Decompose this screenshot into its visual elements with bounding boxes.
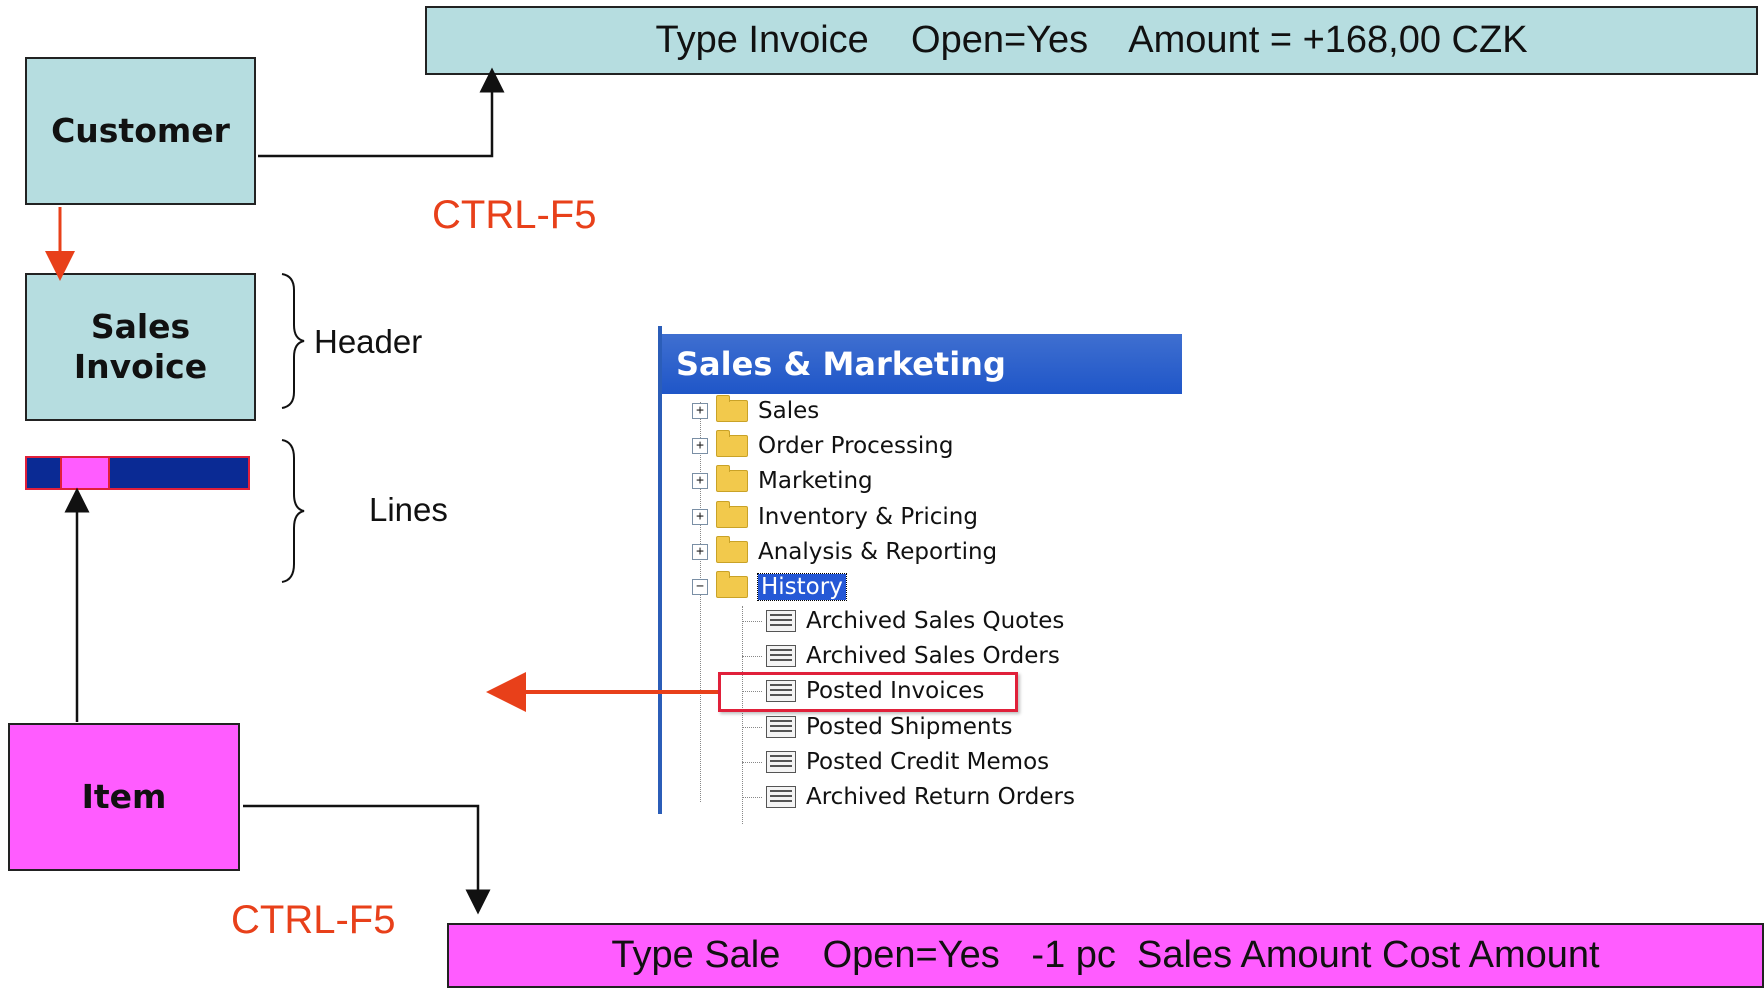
nav-pane-title: Sales & Marketing: [662, 334, 1182, 394]
item-label: Item: [81, 777, 167, 817]
report-list-icon: [766, 610, 796, 632]
posted-invoices-highlight-box: [718, 672, 1018, 712]
expand-icon[interactable]: +: [692, 473, 708, 489]
sales-invoice-label-line1: Sales: [90, 307, 191, 347]
invoice-line-highlight: [60, 456, 110, 490]
folder-icon: [716, 536, 748, 563]
tree-folder-label-selected: History: [757, 573, 847, 601]
tree-item-label: Archived Return Orders: [806, 784, 1075, 810]
shortcut-label-top: CTRL-F5: [432, 193, 597, 237]
report-list-icon: [766, 751, 796, 773]
folder-icon: [716, 465, 748, 492]
shortcut-label-bottom: CTRL-F5: [231, 898, 396, 942]
tree-item-posted-credit-memos[interactable]: Posted Credit Memos: [766, 745, 1049, 779]
report-list-icon: [766, 786, 796, 808]
header-brace: [281, 273, 305, 409]
tree-folder-history[interactable]: − History: [692, 570, 847, 604]
tree-item-label: Archived Sales Quotes: [806, 608, 1065, 634]
item-ledger-entry: Type Sale Open=Yes -1 pc Sales Amount Co…: [447, 923, 1764, 988]
item-ledger-text: Type Sale Open=Yes -1 pc Sales Amount Co…: [611, 934, 1600, 976]
sales-invoice-box: Sales Invoice: [25, 273, 256, 421]
report-list-icon: [766, 645, 796, 667]
expand-icon[interactable]: +: [692, 509, 708, 525]
tree-item-archived-return-orders[interactable]: Archived Return Orders: [766, 780, 1075, 814]
expand-icon[interactable]: +: [692, 438, 708, 454]
tree-folder-sales[interactable]: + Sales: [692, 394, 819, 428]
tree-item-archived-sales-quotes[interactable]: Archived Sales Quotes: [766, 604, 1064, 638]
folder-icon: [716, 501, 748, 528]
lines-brace: [281, 439, 305, 583]
customer-box: Customer: [25, 57, 256, 205]
tree-folder-analysis-reporting[interactable]: + Analysis & Reporting: [692, 535, 997, 569]
tree-item-label: Archived Sales Orders: [806, 643, 1060, 669]
tree-folder-inventory-pricing[interactable]: + Inventory & Pricing: [692, 500, 978, 534]
tree-folder-label: Analysis & Reporting: [758, 539, 998, 565]
folder-icon: [716, 395, 748, 422]
tree-item-label: Posted Credit Memos: [806, 749, 1050, 775]
item-to-ledger-connector: [243, 804, 491, 915]
lines-brace-label: Lines: [369, 491, 448, 528]
customer-ledger-text: Type Invoice Open=Yes Amount = +168,00 C…: [655, 19, 1528, 61]
tree-folder-label: Inventory & Pricing: [758, 504, 978, 530]
tree-folder-label: Order Processing: [758, 433, 954, 459]
tree-folder-marketing[interactable]: + Marketing: [692, 464, 873, 498]
tree-folder-order-processing[interactable]: + Order Processing: [692, 429, 954, 463]
sales-invoice-label-line2: Invoice: [73, 347, 208, 386]
navigation-pane: Sales & Marketing + Sales + Order Proces…: [658, 326, 1182, 824]
tree-item-archived-sales-orders[interactable]: Archived Sales Orders: [766, 639, 1060, 673]
folder-icon: [716, 430, 748, 457]
item-box: Item: [8, 723, 240, 871]
expand-icon[interactable]: +: [692, 544, 708, 560]
invoice-lines-bar: [25, 456, 250, 490]
customer-label: Customer: [51, 111, 230, 151]
tree-item-posted-shipments[interactable]: Posted Shipments: [766, 710, 1012, 744]
report-list-icon: [766, 716, 796, 738]
customer-ledger-entry: Type Invoice Open=Yes Amount = +168,00 C…: [425, 6, 1758, 75]
header-brace-label: Header: [314, 323, 423, 360]
tree-folder-label: Marketing: [758, 468, 873, 494]
customer-to-ledger-connector: [258, 67, 505, 158]
expand-icon[interactable]: +: [692, 403, 708, 419]
tree-item-label: Posted Shipments: [806, 714, 1013, 740]
open-folder-icon: [716, 571, 748, 598]
collapse-icon[interactable]: −: [692, 579, 708, 595]
tree-folder-label: Sales: [758, 398, 820, 424]
